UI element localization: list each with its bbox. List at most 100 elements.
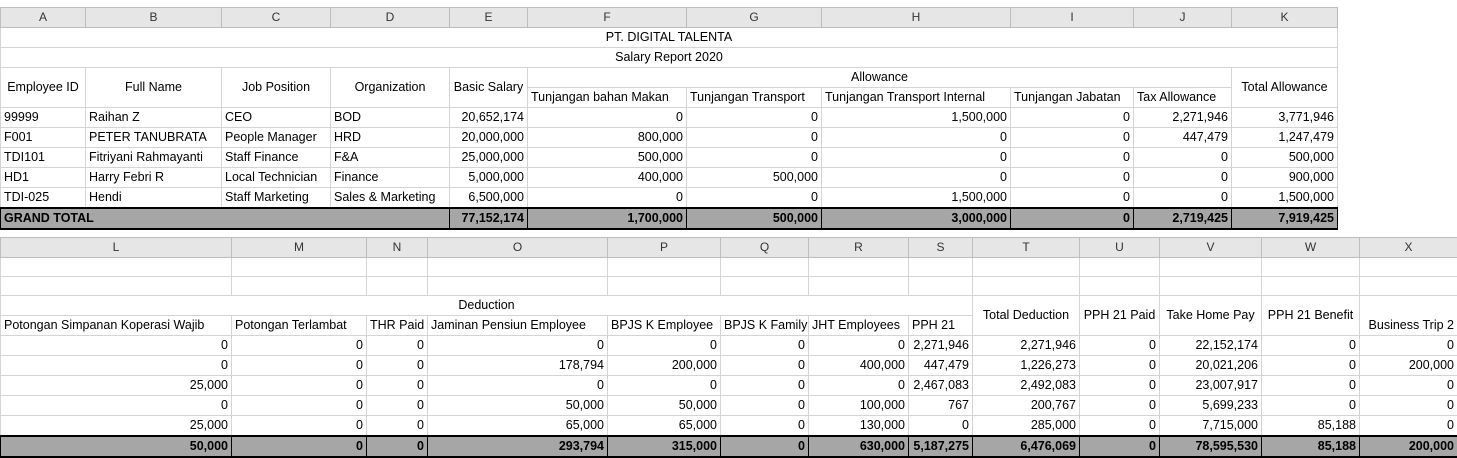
table-cell[interactable]: 65,000 <box>607 415 721 437</box>
header-tunjangan-transport-internal[interactable]: Tunjangan Transport Internal <box>821 87 1011 108</box>
table-cell[interactable]: 50,000 <box>607 395 721 416</box>
table-cell[interactable]: 0 <box>231 355 367 376</box>
col-header-p[interactable]: P <box>607 237 721 258</box>
table-cell[interactable]: 0 <box>720 355 809 376</box>
table-cell[interactable]: 0 <box>1261 335 1360 356</box>
col-header-e[interactable]: E <box>449 7 528 28</box>
total-cell[interactable]: 500,000 <box>686 207 822 230</box>
table-cell[interactable]: 0 <box>366 355 428 376</box>
table-cell[interactable]: 0 <box>231 335 367 356</box>
table-cell[interactable]: Hendi <box>85 187 222 209</box>
header-deduction-item[interactable]: JHT Employees <box>808 315 909 336</box>
table-cell[interactable]: 0 <box>527 107 687 128</box>
header-deduction-item[interactable]: BPJS K Employee <box>607 315 721 336</box>
table-cell[interactable]: 900,000 <box>1231 167 1338 188</box>
table-cell[interactable]: Staff Marketing <box>221 187 331 209</box>
table-cell[interactable]: Finance <box>330 167 450 188</box>
table-cell[interactable]: 0 <box>821 127 1011 148</box>
grand-total-label[interactable]: GRAND TOTAL <box>0 207 450 230</box>
header-deduction-item[interactable]: Potongan Terlambat <box>231 315 367 336</box>
total-cell[interactable]: 315,000 <box>607 435 721 458</box>
table-cell[interactable]: 0 <box>1010 107 1134 128</box>
table-cell[interactable]: 3,771,946 <box>1231 107 1338 128</box>
total-cell[interactable]: 85,188 <box>1261 435 1360 458</box>
total-cell[interactable]: 78,595,530 <box>1159 435 1262 458</box>
table-cell[interactable]: CEO <box>221 107 331 128</box>
table-cell[interactable]: 0 <box>366 335 428 356</box>
table-cell[interactable]: Staff Finance <box>221 147 331 168</box>
table-cell[interactable]: 0 <box>808 375 909 396</box>
table-cell[interactable]: 0 <box>527 187 687 209</box>
col-header-j[interactable]: J <box>1133 7 1232 28</box>
header-deduction-item[interactable]: THR Paid <box>366 315 428 336</box>
table-cell[interactable]: Sales & Marketing <box>330 187 450 209</box>
table-cell[interactable]: BOD <box>330 107 450 128</box>
table-cell[interactable]: 0 <box>427 335 608 356</box>
empty-cell[interactable] <box>908 257 973 277</box>
total-cell[interactable]: 630,000 <box>808 435 909 458</box>
table-cell[interactable]: 22,152,174 <box>1159 335 1262 356</box>
table-cell[interactable]: 50,000 <box>427 395 608 416</box>
empty-cell[interactable] <box>427 257 608 277</box>
table-cell[interactable]: 2,271,946 <box>972 335 1080 356</box>
col-header-a[interactable]: A <box>0 7 86 28</box>
col-header-d[interactable]: D <box>330 7 450 28</box>
col-header-h[interactable]: H <box>821 7 1011 28</box>
empty-cell[interactable] <box>972 276 1080 296</box>
empty-cell[interactable] <box>720 276 809 296</box>
total-cell[interactable]: 2,719,425 <box>1133 207 1232 230</box>
empty-cell[interactable] <box>0 257 232 277</box>
table-cell[interactable]: 0 <box>1261 375 1360 396</box>
table-cell[interactable]: 800,000 <box>527 127 687 148</box>
table-cell[interactable]: 1,500,000 <box>1231 187 1338 209</box>
empty-cell[interactable] <box>0 276 232 296</box>
table-cell[interactable]: 2,492,083 <box>972 375 1080 396</box>
table-cell[interactable]: 0 <box>0 395 232 416</box>
table-cell[interactable]: 0 <box>1133 187 1232 209</box>
total-cell[interactable]: 200,000 <box>1359 435 1457 458</box>
empty-cell[interactable] <box>366 276 428 296</box>
table-cell[interactable]: F&A <box>330 147 450 168</box>
col-header-w[interactable]: W <box>1261 237 1360 258</box>
empty-cell[interactable] <box>908 276 973 296</box>
empty-cell[interactable] <box>427 276 608 296</box>
table-cell[interactable]: 500,000 <box>686 167 822 188</box>
total-cell[interactable]: 0 <box>1079 435 1160 458</box>
table-cell[interactable]: 0 <box>1079 415 1160 437</box>
table-cell[interactable]: 99999 <box>0 107 86 128</box>
table-cell[interactable]: 25,000 <box>0 415 232 437</box>
table-cell[interactable]: 0 <box>1079 335 1160 356</box>
table-cell[interactable]: 0 <box>607 375 721 396</box>
empty-cell[interactable] <box>607 257 721 277</box>
col-header-l[interactable]: L <box>0 237 232 258</box>
table-cell[interactable]: 0 <box>720 335 809 356</box>
table-cell[interactable]: 7,715,000 <box>1159 415 1262 437</box>
table-cell[interactable]: 25,000 <box>0 375 232 396</box>
header-organization[interactable]: Organization <box>330 67 450 108</box>
table-cell[interactable]: 285,000 <box>972 415 1080 437</box>
table-cell[interactable]: 0 <box>1079 355 1160 376</box>
table-cell[interactable]: Raihan Z <box>85 107 222 128</box>
table-cell[interactable]: 0 <box>366 395 428 416</box>
col-header-k[interactable]: K <box>1231 7 1338 28</box>
total-cell[interactable]: 3,000,000 <box>821 207 1011 230</box>
total-cell[interactable]: 0 <box>366 435 428 458</box>
table-cell[interactable]: 0 <box>1079 395 1160 416</box>
table-cell[interactable]: 0 <box>1133 147 1232 168</box>
table-cell[interactable]: 6,500,000 <box>449 187 528 209</box>
table-cell[interactable]: 0 <box>821 167 1011 188</box>
table-cell[interactable]: 23,007,917 <box>1159 375 1262 396</box>
table-cell[interactable]: 1,247,479 <box>1231 127 1338 148</box>
total-cell[interactable]: 50,000 <box>0 435 232 458</box>
header-tunjangan-jabatan[interactable]: Tunjangan Jabatan <box>1010 87 1134 108</box>
table-cell[interactable]: 0 <box>366 375 428 396</box>
table-cell[interactable]: 447,479 <box>908 355 973 376</box>
header-pph21-paid[interactable]: PPH 21 Paid <box>1079 295 1160 336</box>
empty-cell[interactable] <box>1261 276 1360 296</box>
table-cell[interactable]: 0 <box>231 415 367 437</box>
total-cell[interactable]: 293,794 <box>427 435 608 458</box>
total-cell[interactable]: 1,700,000 <box>527 207 687 230</box>
header-tax-allowance[interactable]: Tax Allowance <box>1133 87 1232 108</box>
table-cell[interactable]: 0 <box>686 187 822 209</box>
total-cell[interactable]: 5,187,275 <box>908 435 973 458</box>
